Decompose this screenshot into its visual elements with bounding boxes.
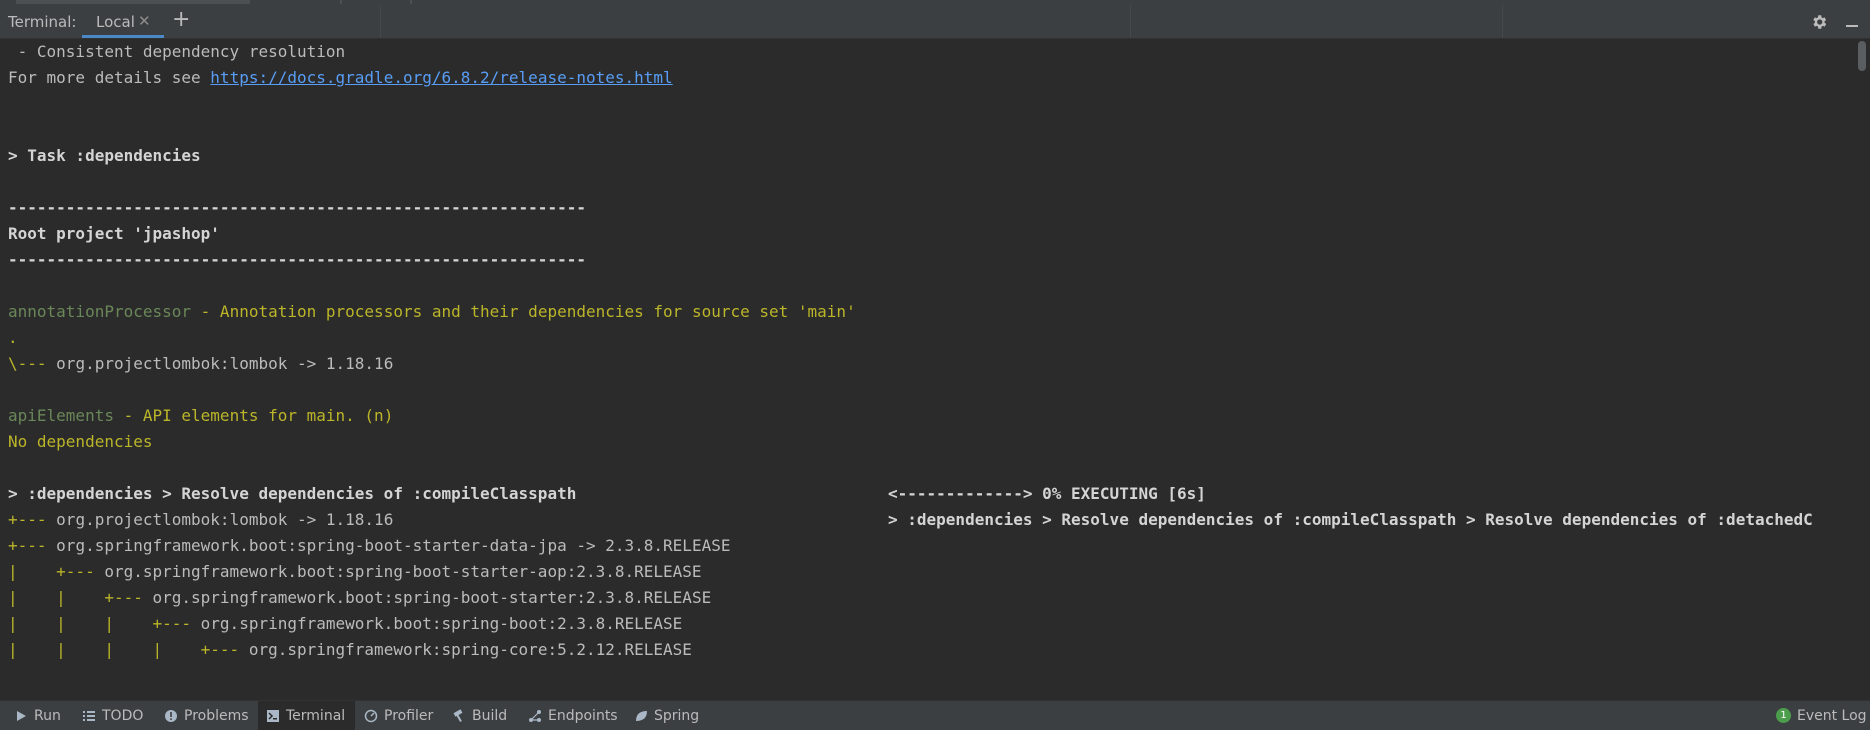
dependency: org.springframework.boot:spring-boot-sta…: [104, 562, 702, 581]
dependency: org.projectlombok:lombok -> 1.18.16: [56, 510, 394, 529]
terminal-line: No dependencies: [8, 432, 153, 451]
dependency: org.springframework.boot:spring-boot-sta…: [56, 536, 731, 555]
strip-divider: [410, 0, 412, 4]
terminal-line: For more details see https://docs.gradle…: [8, 65, 673, 91]
spring-leaf-icon: [636, 710, 647, 721]
terminal-line: Root project 'jpashop': [8, 224, 220, 243]
progress-detail: > :dependencies > Resolve dependencies o…: [888, 510, 1813, 529]
minimize-icon[interactable]: [1846, 25, 1858, 27]
panel-title: Terminal:: [8, 13, 77, 31]
tab-label: Local: [96, 13, 135, 31]
event-log-label: Event Log: [1797, 707, 1867, 724]
hammer-icon: [453, 708, 463, 722]
warning-icon: [165, 709, 177, 722]
play-icon: [17, 710, 26, 721]
terminal-line: > Task :dependencies: [8, 146, 201, 165]
progress-bar-text: <-------------> 0% EXECUTING [6s]: [888, 484, 1206, 503]
terminal-tool-button[interactable]: Terminal: [258, 701, 356, 730]
event-log-button[interactable]: 1 Event Log: [1776, 701, 1867, 730]
gear-icon[interactable]: [1810, 13, 1828, 31]
problems-label: Problems: [184, 707, 249, 724]
tree-prefix: | | | | +---: [8, 640, 249, 659]
dependency: org.springframework:spring-core:5.2.12.R…: [248, 640, 692, 659]
run-label: Run: [34, 707, 61, 724]
spring-label: Spring: [654, 707, 700, 724]
event-count-badge: 1: [1776, 708, 1791, 723]
terminal-line: apiElements - API elements for main. (n): [8, 403, 393, 429]
profiler-icon: [364, 709, 378, 722]
tree-prefix: | | | +---: [8, 614, 201, 633]
tree-prefix: | | +---: [8, 588, 153, 607]
terminal-line: annotationProcessor - Annotation process…: [8, 299, 856, 325]
spring-tool-button[interactable]: Spring: [634, 701, 699, 730]
profiler-tool-button[interactable]: Profiler: [364, 701, 433, 730]
terminal-line: - Consistent dependency resolution: [8, 42, 346, 61]
tool-window-bar: Run TODO Problems Terminal Profiler Buil…: [0, 700, 1870, 730]
problems-tool-button[interactable]: Problems: [164, 701, 249, 730]
tree-prefix: +---: [8, 536, 57, 555]
endpoints-tool-button[interactable]: Endpoints: [528, 701, 618, 730]
configuration-desc: - Annotation processors and their depend…: [191, 302, 856, 321]
terminal-line: ----------------------------------------…: [8, 198, 586, 217]
editor-tab-strip: [16, 0, 250, 4]
tab-close-button[interactable]: ✕: [138, 12, 151, 30]
build-label: Build: [472, 707, 508, 724]
terminal-icon: [267, 709, 279, 722]
terminal-header: Terminal: Local ✕ +: [0, 5, 1870, 39]
list-icon: [83, 710, 95, 721]
endpoints-label: Endpoints: [548, 707, 618, 724]
terminal-line: \--- org.projectlombok:lombok -> 1.18.16: [8, 351, 393, 377]
build-tool-button[interactable]: Build: [452, 701, 507, 730]
header-divider: [380, 5, 381, 38]
tree-prefix: | +---: [8, 562, 105, 581]
terminal-line: | | | +--- org.springframework.boot:spri…: [8, 611, 682, 637]
configuration-name: apiElements: [8, 406, 114, 425]
line-text: For more details see: [8, 68, 211, 87]
todo-tool-button[interactable]: TODO: [82, 701, 143, 730]
dependency: org.springframework.boot:spring-boot-sta…: [152, 588, 712, 607]
profiler-label: Profiler: [384, 707, 434, 724]
terminal-line: | | | | +--- org.springframework:spring-…: [8, 637, 692, 663]
tab-local[interactable]: Local ✕: [82, 5, 164, 38]
dependency: org.projectlombok:lombok -> 1.18.16: [56, 354, 394, 373]
progress-status: > :dependencies > Resolve dependencies o…: [8, 484, 577, 503]
configuration-desc: - API elements for main. (n): [113, 406, 394, 425]
header-divider: [1502, 5, 1503, 38]
strip-divider: [340, 0, 342, 4]
terminal-line: ----------------------------------------…: [8, 250, 586, 269]
terminal-output[interactable]: - Consistent dependency resolution For m…: [0, 39, 1852, 700]
configuration-name: annotationProcessor: [8, 302, 192, 321]
terminal-line: +--- org.springframework.boot:spring-boo…: [8, 533, 730, 559]
terminal-line: .: [8, 328, 18, 347]
header-divider: [1130, 5, 1131, 38]
terminal-line: +--- org.projectlombok:lombok -> 1.18.16: [8, 507, 393, 533]
vertical-scrollbar[interactable]: [1854, 39, 1870, 700]
run-tool-button[interactable]: Run: [14, 701, 61, 730]
endpoints-icon: [529, 709, 541, 722]
terminal-line: | +--- org.springframework.boot:spring-b…: [8, 559, 702, 585]
tree-prefix: \---: [8, 354, 57, 373]
new-tab-button[interactable]: +: [172, 7, 190, 32]
terminal-label: Terminal: [286, 707, 346, 724]
terminal-line: | | +--- org.springframework.boot:spring…: [8, 585, 711, 611]
tree-prefix: +---: [8, 510, 57, 529]
release-notes-link[interactable]: https://docs.gradle.org/6.8.2/release-no…: [210, 68, 672, 87]
scrollbar-thumb[interactable]: [1858, 41, 1866, 71]
todo-label: TODO: [102, 707, 144, 724]
dependency: org.springframework.boot:spring-boot:2.3…: [200, 614, 683, 633]
